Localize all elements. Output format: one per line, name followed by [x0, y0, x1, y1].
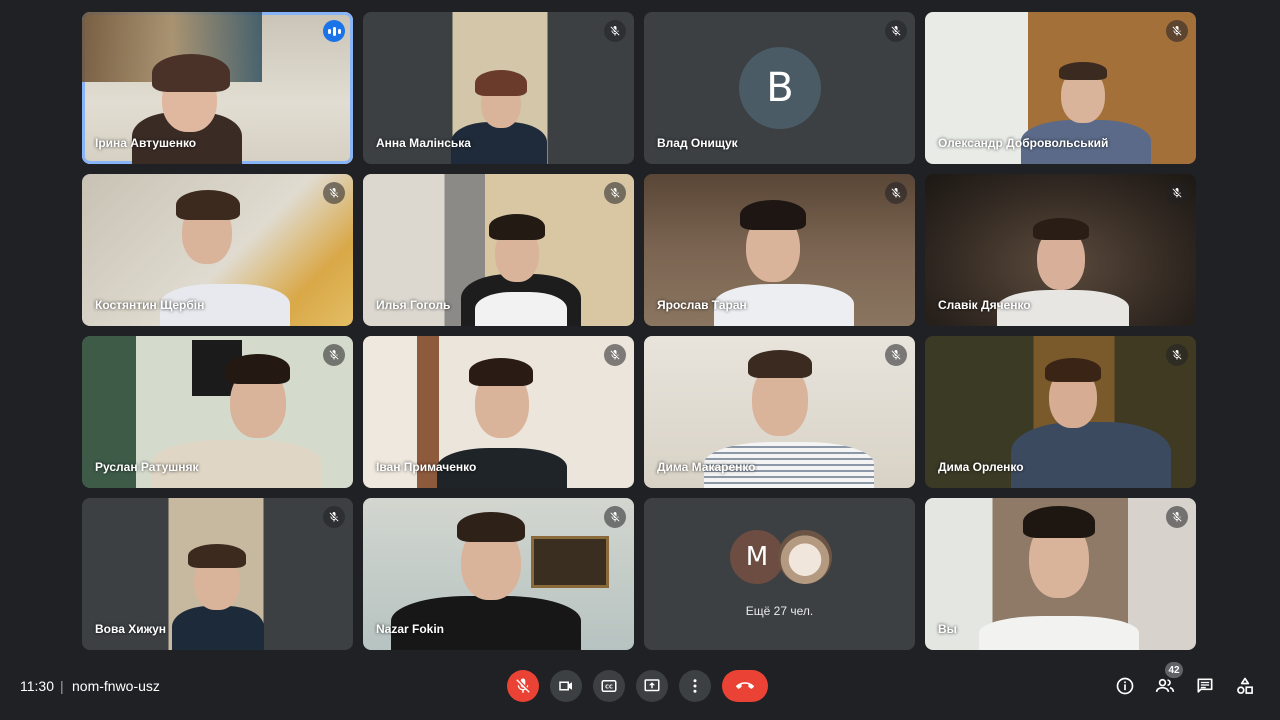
participant-tile[interactable]: Дима Макаренко — [644, 336, 915, 488]
activities-icon — [1237, 677, 1253, 694]
video-person-hair — [475, 70, 527, 96]
video-person-hair — [226, 354, 290, 384]
control-bar: 11:30 | nom-fnwo-usz CC — [0, 656, 1280, 720]
mic-off-icon — [323, 506, 345, 528]
hang-up-icon — [736, 682, 754, 689]
participant-name: Іван Примаченко — [376, 460, 477, 474]
participant-name: Дима Макаренко — [657, 460, 756, 474]
participant-tile[interactable]: Олександр Добровольський — [925, 12, 1196, 164]
participant-tile[interactable]: Вова Хижун — [82, 498, 353, 650]
more-options-button[interactable] — [679, 670, 711, 702]
video-person — [172, 606, 264, 650]
participant-grid: Ірина Автушенко Анна Малінська B Влад Он… — [82, 12, 1198, 654]
video-person-hair — [1059, 62, 1107, 80]
meeting-details-button[interactable] — [1113, 674, 1137, 698]
video-person-hair — [188, 544, 246, 568]
participant-name: Дима Орленко — [938, 460, 1024, 474]
mic-off-icon — [1166, 344, 1188, 366]
people-icon — [1155, 678, 1175, 692]
participant-name: Илья Гоголь — [376, 298, 451, 312]
speaking-indicator-icon — [323, 20, 345, 42]
mic-off-icon — [1166, 20, 1188, 42]
chat-icon — [1197, 678, 1213, 693]
self-view-tile[interactable]: Вы — [925, 498, 1196, 650]
mic-off-icon — [885, 20, 907, 42]
wall-painting — [531, 536, 609, 588]
video-person-hair — [1033, 218, 1089, 240]
separator: | — [60, 678, 64, 694]
more-participants-tile[interactable]: M Ещё 27 чел. — [644, 498, 915, 650]
camera-icon — [559, 681, 572, 691]
meet-window: Ірина Автушенко Анна Малінська B Влад Он… — [0, 0, 1280, 720]
participant-tile[interactable]: Костянтин Щербін — [82, 174, 353, 326]
participant-name: Анна Малінська — [376, 136, 471, 150]
participant-name: Влад Онищук — [657, 136, 738, 150]
video-person-hair — [152, 54, 230, 92]
mic-off-icon — [323, 182, 345, 204]
video-person — [979, 616, 1139, 650]
info-icon — [1116, 677, 1134, 695]
mic-off-icon — [516, 678, 530, 693]
video-person-hair — [1023, 506, 1095, 538]
video-person — [475, 292, 567, 326]
participant-tile[interactable]: Руслан Ратушняк — [82, 336, 353, 488]
video-person-hair — [469, 358, 533, 386]
activities-button[interactable] — [1233, 674, 1257, 698]
participant-name: Славік Дяченко — [938, 298, 1031, 312]
mic-off-icon — [604, 20, 626, 42]
participant-tile[interactable]: Ярослав Таран — [644, 174, 915, 326]
video-person-hair — [1045, 358, 1101, 382]
chat-button[interactable] — [1193, 674, 1217, 698]
mic-off-icon — [1166, 506, 1188, 528]
video-person — [1011, 422, 1171, 488]
mic-off-icon — [604, 182, 626, 204]
participant-name: Руслан Ратушняк — [95, 460, 199, 474]
participant-tile[interactable]: Анна Малінська — [363, 12, 634, 164]
participant-name: Вы — [938, 622, 957, 636]
mic-off-icon — [604, 344, 626, 366]
captions-icon: CC — [601, 680, 617, 692]
participant-name: Вова Хижун — [95, 622, 167, 636]
participant-tile[interactable]: Nazar Fokin — [363, 498, 634, 650]
participant-tile[interactable]: Дима Орленко — [925, 336, 1196, 488]
cat-avatar-icon — [778, 530, 832, 584]
mic-off-icon — [885, 344, 907, 366]
participant-name: Костянтин Щербін — [95, 298, 205, 312]
present-button[interactable] — [636, 670, 668, 702]
participant-tile[interactable]: B Влад Онищук — [644, 12, 915, 164]
camera-toggle-button[interactable] — [550, 670, 582, 702]
participant-tile[interactable]: Илья Гоголь — [363, 174, 634, 326]
participant-tile[interactable]: Іван Примаченко — [363, 336, 634, 488]
mic-off-icon — [604, 506, 626, 528]
video-person-hair — [176, 190, 240, 220]
participant-avatar: M — [730, 530, 784, 584]
participant-avatar: B — [739, 47, 821, 129]
meeting-time: 11:30 — [20, 678, 54, 694]
participant-name: Ярослав Таран — [657, 298, 747, 312]
more-participants-label: Ещё 27 чел. — [745, 604, 814, 618]
meeting-code: nom-fnwo-usz — [72, 678, 160, 694]
participant-tile[interactable]: Ірина Автушенко — [82, 12, 353, 164]
captions-button[interactable]: CC — [593, 670, 625, 702]
svg-text:CC: CC — [605, 685, 613, 691]
mic-off-icon — [885, 182, 907, 204]
mic-off-icon — [323, 344, 345, 366]
participant-tile[interactable]: Славік Дяченко — [925, 174, 1196, 326]
video-person-hair — [748, 350, 812, 378]
hang-up-button[interactable] — [722, 670, 768, 702]
mic-off-icon — [1166, 182, 1188, 204]
video-person-hair — [740, 200, 806, 230]
video-person-hair — [489, 214, 545, 240]
participant-name: Олександр Добровольський — [938, 136, 1109, 150]
mic-toggle-button[interactable] — [507, 670, 539, 702]
present-screen-icon — [644, 679, 660, 692]
participant-name: Nazar Fokin — [376, 622, 445, 636]
participant-name: Ірина Автушенко — [95, 136, 197, 150]
participant-count-badge: 42 — [1165, 662, 1183, 678]
more-options-icon — [693, 679, 697, 693]
video-person-hair — [457, 512, 525, 542]
